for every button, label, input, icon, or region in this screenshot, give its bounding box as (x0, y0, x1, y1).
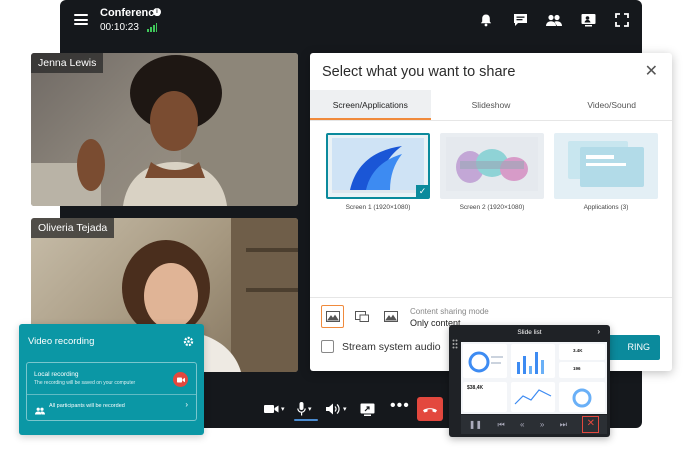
pause-icon[interactable]: ❚❚ (469, 420, 482, 429)
mic-level-indicator (294, 419, 318, 421)
slide-preview[interactable]: $38,4K 3.4K 196 (461, 342, 607, 414)
chevron-down-icon[interactable]: ▾ (308, 405, 312, 413)
fullscreen-icon[interactable] (612, 10, 632, 30)
share-screen-icon (360, 403, 375, 416)
slide-stat-value: 196 (573, 366, 581, 371)
slide-stat-value: $38,4K (467, 385, 484, 391)
screen-2-option[interactable] (440, 133, 544, 199)
share-options: ✓ Screen 1 (1920×1080) Screen 2 (1920×10… (324, 133, 659, 213)
share-screen-control[interactable] (360, 399, 375, 419)
close-icon[interactable]: ✕ (645, 64, 658, 80)
dashboard-slide-thumbnail (463, 344, 605, 412)
slide-list-title: Slide list (517, 329, 542, 336)
camera-icon (264, 405, 279, 413)
applications-thumbnail (568, 141, 644, 187)
screen-2-thumbnail (446, 137, 538, 191)
microphone-icon (297, 402, 306, 416)
chat-icon[interactable] (510, 10, 530, 30)
slide-list-panel: Slide list › $38,4K 3.4K 196 ❚❚ ⏮ « » ⏭ … (449, 325, 610, 437)
more-options-icon[interactable]: ••• (390, 396, 410, 416)
people-icon (35, 402, 45, 420)
participant-name-tag: Jenna Lewis (31, 53, 104, 73)
option-caption: Applications (3) (583, 204, 629, 211)
conference-timer: 00:10:23 (100, 22, 139, 33)
rewind-icon[interactable]: « (520, 420, 524, 429)
divider (310, 297, 672, 298)
selected-check-icon: ✓ (416, 185, 429, 198)
bell-icon[interactable] (476, 10, 496, 30)
content-side-mode-icon[interactable] (379, 305, 402, 328)
forward-icon[interactable]: » (540, 420, 544, 429)
content-mode-label: Content sharing mode (410, 307, 489, 316)
hang-up-button[interactable] (417, 397, 443, 421)
signal-strength-icon (147, 23, 157, 32)
phone-hangup-icon (423, 407, 437, 412)
first-slide-icon[interactable]: ⏮ (497, 420, 504, 430)
stream-audio-label: Stream system audio (342, 341, 441, 353)
local-recording-card: Local recording The recording will be sa… (26, 362, 197, 421)
screen-share-icon[interactable] (578, 10, 598, 30)
start-recording-button[interactable] (173, 372, 188, 387)
local-recording-description: The recording will be saved on your comp… (34, 380, 136, 386)
speaker-icon (326, 403, 340, 415)
local-recording-label: Local recording (34, 371, 79, 378)
slide-stat-value: 3.4K (573, 348, 583, 353)
tab-screen-applications[interactable]: Screen/Applications (310, 90, 431, 120)
info-icon[interactable]: i (153, 8, 161, 16)
chevron-down-icon[interactable]: ▾ (343, 405, 347, 413)
dialog-title: Select what you want to share (322, 64, 516, 80)
camera-control[interactable]: ▾ (264, 399, 285, 419)
stream-audio-checkbox[interactable] (321, 340, 334, 353)
content-only-mode-icon[interactable] (321, 305, 344, 328)
close-icon[interactable]: ✕ (582, 416, 600, 433)
drag-handle-icon[interactable] (452, 336, 458, 349)
screen-1-option[interactable]: ✓ (326, 133, 430, 199)
tab-video-sound[interactable]: Video/Sound (551, 90, 672, 120)
microphone-control[interactable]: ▾ (297, 399, 312, 419)
video-recording-panel: Video recording Local recording The reco… (19, 324, 204, 435)
divider (27, 394, 196, 395)
chevron-down-icon[interactable]: ▾ (281, 405, 285, 413)
menu-icon[interactable] (74, 14, 88, 25)
speaker-control[interactable]: ▾ (326, 399, 347, 419)
screenshot-root: Conference i 00:10:23 Jenna Lewis Oliver… (0, 0, 684, 470)
option-caption: Screen 2 (1920×1080) (459, 204, 525, 211)
participants-icon[interactable] (544, 10, 564, 30)
applications-option[interactable] (554, 133, 658, 199)
screen-1-thumbnail (332, 138, 424, 193)
record-camera-icon (176, 377, 185, 382)
gear-icon[interactable] (183, 334, 194, 352)
option-caption: Screen 1 (1920×1080) (345, 204, 411, 211)
recording-panel-title: Video recording (28, 336, 95, 347)
slide-controls: ❚❚ ⏮ « » ⏭ ✕ (461, 415, 607, 434)
chevron-right-icon[interactable]: › (597, 327, 600, 336)
content-mode-selector (321, 305, 402, 328)
chevron-right-icon[interactable]: › (185, 400, 188, 409)
last-slide-icon[interactable]: ⏭ (560, 420, 567, 430)
tab-slideshow[interactable]: Slideshow (431, 90, 552, 120)
video-tile-participant-1[interactable]: Jenna Lewis (31, 53, 298, 206)
conference-title: Conference (100, 7, 161, 19)
all-participants-label: All participants will be recorded (49, 403, 125, 409)
participant-video-frame (31, 53, 298, 206)
top-actions (476, 9, 632, 31)
content-with-video-mode-icon[interactable] (350, 305, 373, 328)
top-bar: Conference i 00:10:23 (60, 0, 642, 40)
share-tabs: Screen/Applications Slideshow Video/Soun… (310, 90, 672, 121)
participant-name-tag: Oliveria Tejada (31, 218, 115, 238)
share-dialog: Select what you want to share ✕ Screen/A… (310, 53, 672, 371)
